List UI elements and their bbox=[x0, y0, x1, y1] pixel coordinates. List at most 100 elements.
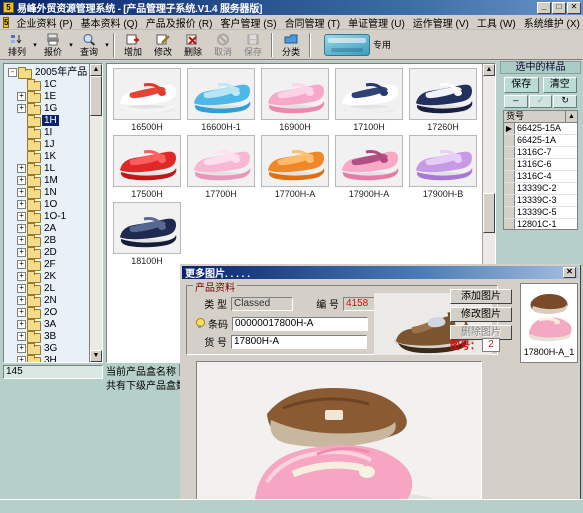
tree-node[interactable]: +3B bbox=[6, 330, 89, 343]
tree-scroll-down-icon[interactable]: ▼ bbox=[90, 350, 102, 362]
tree-node[interactable]: +2O bbox=[6, 306, 89, 319]
menu-item-xitongweihu[interactable]: 系统维护 (X) bbox=[520, 14, 583, 31]
sample-row[interactable]: 1316C-4 bbox=[504, 171, 577, 183]
expand-icon[interactable]: + bbox=[17, 163, 26, 173]
tree-scroll-track[interactable] bbox=[90, 116, 102, 350]
collapse-icon[interactable]: - bbox=[8, 67, 17, 77]
expand-icon[interactable]: + bbox=[17, 223, 26, 233]
tree-node[interactable]: 1K bbox=[6, 150, 89, 163]
product-cell[interactable]: 16600H-1 bbox=[187, 68, 255, 132]
save-samples-button[interactable]: 保存 bbox=[504, 77, 539, 93]
menu-item-yunzuoguanli[interactable]: 运作管理 (V) bbox=[409, 14, 473, 31]
product-cell[interactable]: 16500H bbox=[113, 68, 181, 132]
sample-row[interactable]: ▶ 66425-15A bbox=[504, 123, 577, 135]
expand-icon[interactable]: + bbox=[17, 283, 26, 293]
image-number-value[interactable]: 2 bbox=[482, 337, 500, 352]
tree-scrollbar[interactable]: ▲ ▼ bbox=[89, 64, 102, 362]
tree-node[interactable]: +1O-1 bbox=[6, 210, 89, 223]
dialog-close-button[interactable]: ✕ bbox=[563, 267, 576, 278]
menu-item-qiyeziliao[interactable]: 企业资料 (P) bbox=[12, 14, 76, 31]
expand-icon[interactable]: + bbox=[17, 259, 26, 269]
tree-node[interactable]: +1E bbox=[6, 90, 89, 103]
grid-sort-arrow-icon[interactable]: ▲ bbox=[566, 111, 577, 122]
edit-record-button[interactable]: ✓ bbox=[528, 95, 553, 108]
tree-node[interactable]: +2D bbox=[6, 246, 89, 259]
product-thumbnail[interactable] bbox=[113, 135, 181, 187]
toolbar-button-classify[interactable]: 分类 bbox=[276, 31, 306, 59]
sample-row[interactable]: 1316C-7 bbox=[504, 147, 577, 159]
tree-node[interactable]: 1I bbox=[6, 126, 89, 139]
expand-icon[interactable]: + bbox=[17, 103, 26, 113]
toolbar-button-sort[interactable]: 排列 bbox=[2, 31, 32, 59]
product-tree[interactable]: -2005年产品 1C +1E +1G 1H 1I 1J 1K +1L +1M +1N +1O +1O-… bbox=[4, 64, 89, 362]
tree-node[interactable]: +1N bbox=[6, 186, 89, 199]
tree-node[interactable]: 1C bbox=[6, 78, 89, 91]
expand-icon[interactable]: + bbox=[17, 247, 26, 257]
menu-item-jibenziliao[interactable]: 基本资料 (Q) bbox=[77, 14, 142, 31]
thumbnail-preview[interactable]: 17800H-A_1 bbox=[520, 283, 578, 363]
selected-samples-grid[interactable]: 货号 ▲ ▶ 66425-15A 66425-1A 1316C-7 1316C-6 131… bbox=[503, 110, 578, 230]
toolbar-button-delete[interactable]: 删除 bbox=[178, 31, 208, 59]
grid-scroll-track[interactable] bbox=[483, 76, 495, 193]
toolbar-button-cancel[interactable]: 取消 bbox=[208, 31, 238, 59]
product-thumbnail[interactable] bbox=[261, 68, 329, 120]
tree-node[interactable]: +1O bbox=[6, 198, 89, 211]
tree-node[interactable]: 1H bbox=[6, 114, 89, 127]
menu-item-hetongguanli[interactable]: 合同管理 (T) bbox=[281, 14, 345, 31]
product-cell[interactable]: 17900H-A bbox=[335, 135, 403, 199]
expand-icon[interactable]: + bbox=[17, 319, 26, 329]
menu-item-danzhengguanli[interactable]: 单证管理 (U) bbox=[344, 14, 409, 31]
expand-icon[interactable]: + bbox=[17, 199, 26, 209]
product-thumbnail[interactable] bbox=[335, 68, 403, 120]
edit-image-button[interactable]: 修改图片 bbox=[450, 307, 512, 322]
tree-node[interactable]: +3H bbox=[6, 354, 89, 362]
tree-node[interactable]: +2B bbox=[6, 234, 89, 247]
toolbar-button-quote[interactable]: 报价 bbox=[38, 31, 68, 59]
clear-samples-button[interactable]: 清空 bbox=[542, 77, 577, 93]
toolbar-button-save[interactable]: 保存 bbox=[238, 31, 268, 59]
tree-node[interactable]: +2F bbox=[6, 258, 89, 271]
itemno-input[interactable]: 17800H-A bbox=[231, 334, 367, 349]
expand-icon[interactable]: + bbox=[17, 355, 26, 362]
sample-row[interactable]: 13339C-5 bbox=[504, 207, 577, 219]
minimize-button[interactable]: _ bbox=[537, 1, 551, 14]
add-image-button[interactable]: 添加图片 bbox=[450, 289, 512, 304]
expand-icon[interactable]: + bbox=[17, 271, 26, 281]
delete-record-button[interactable]: — bbox=[504, 95, 528, 108]
product-cell[interactable]: 17700H bbox=[187, 135, 255, 199]
product-thumbnail[interactable] bbox=[113, 68, 181, 120]
tree-node[interactable]: +1G bbox=[6, 102, 89, 115]
image-viewer[interactable]: 🔊 bbox=[196, 361, 482, 513]
barcode-input[interactable]: 00000017800H-A bbox=[232, 316, 368, 331]
toolbar-button-special[interactable]: 专用 bbox=[320, 32, 395, 58]
expand-icon[interactable]: + bbox=[17, 235, 26, 245]
sample-row[interactable]: 13339C-2 bbox=[504, 183, 577, 195]
product-tree-panel[interactable]: -2005年产品 1C +1E +1G 1H 1I 1J 1K +1L +1M +1N +1O +1O-… bbox=[3, 63, 103, 363]
menu-item-chanpinbaojia[interactable]: 产品及报价 (R) bbox=[142, 14, 217, 31]
menu-item-kehuguanli[interactable]: 客户管理 (S) bbox=[216, 14, 280, 31]
close-button[interactable]: ✕ bbox=[567, 1, 581, 14]
tree-node[interactable]: +1M bbox=[6, 174, 89, 187]
product-cell[interactable]: 17100H bbox=[335, 68, 403, 132]
toolbar-button-add[interactable]: 增加 bbox=[118, 31, 148, 59]
expand-icon[interactable]: + bbox=[17, 175, 26, 185]
product-cell[interactable]: 18100H bbox=[113, 202, 181, 266]
product-thumbnail[interactable] bbox=[335, 135, 403, 187]
menu-item-gongju[interactable]: 工具 (W) bbox=[473, 14, 520, 31]
sample-row[interactable]: 66425-1A bbox=[504, 135, 577, 147]
tree-scroll-up-icon[interactable]: ▲ bbox=[90, 64, 102, 76]
tree-node[interactable]: +2A bbox=[6, 222, 89, 235]
expand-icon[interactable]: + bbox=[17, 211, 26, 221]
toolbar-button-edit[interactable]: 修改 bbox=[148, 31, 178, 59]
toolbar-button-search[interactable]: 查询 bbox=[74, 31, 104, 59]
expand-icon[interactable]: + bbox=[17, 295, 26, 305]
tree-node[interactable]: +1L bbox=[6, 162, 89, 175]
product-cell[interactable]: 17700H-A bbox=[261, 135, 329, 199]
sample-row[interactable]: 13339C-3 bbox=[504, 195, 577, 207]
tree-node[interactable]: +2N bbox=[6, 294, 89, 307]
product-thumbnail[interactable] bbox=[409, 135, 477, 187]
search-dropdown-arrow[interactable]: ▾ bbox=[104, 41, 110, 49]
grid-scroll-thumb[interactable] bbox=[483, 193, 495, 233]
sample-row[interactable]: 1316C-6 bbox=[504, 159, 577, 171]
tree-scroll-thumb[interactable] bbox=[90, 76, 102, 116]
